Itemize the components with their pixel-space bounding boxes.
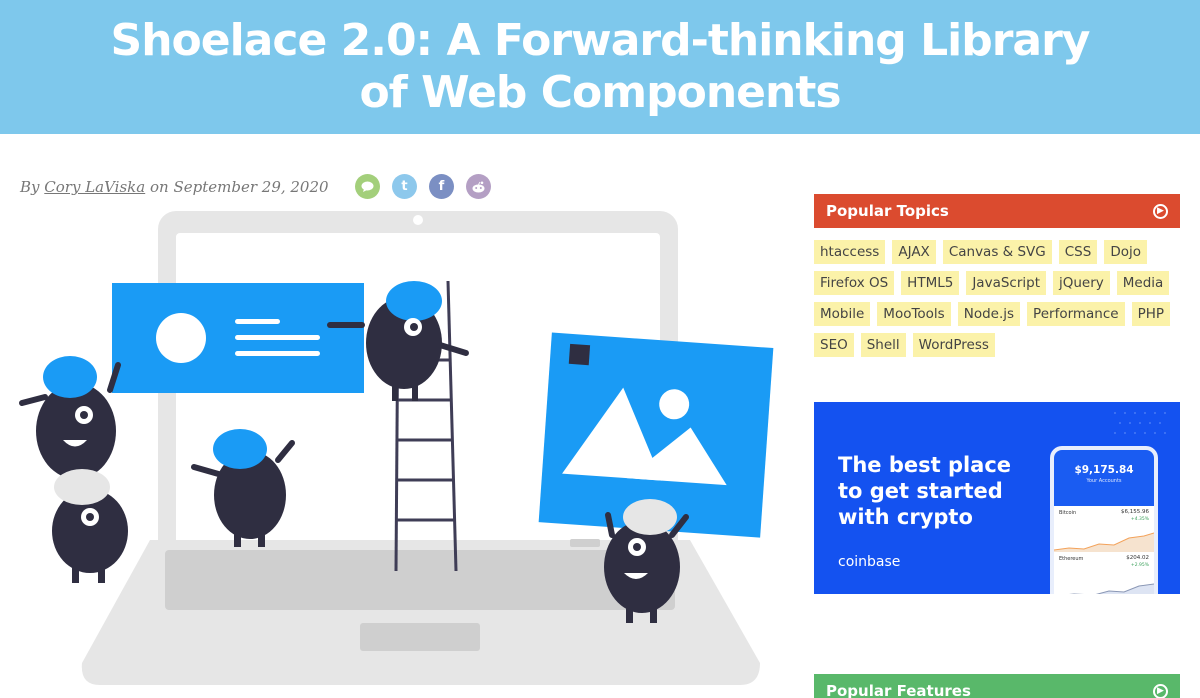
coinbase-ad[interactable]: The best place to get started with crypt… bbox=[814, 402, 1180, 594]
topic-tag[interactable]: WordPress bbox=[912, 333, 995, 357]
laptop-camera bbox=[413, 215, 423, 225]
publish-date: September 29, 2020 bbox=[173, 178, 329, 196]
ad-brand: coinbase bbox=[838, 554, 901, 570]
topic-tag[interactable]: CSS bbox=[1058, 240, 1098, 264]
arrow-right-icon[interactable]: ▶ bbox=[1153, 683, 1168, 698]
laptop-trackpad bbox=[360, 623, 480, 651]
phone-row-name: Bitcoin bbox=[1059, 510, 1077, 516]
topic-tag[interactable]: SEO bbox=[814, 333, 854, 357]
phone-row-pct: +2.95% bbox=[1130, 563, 1149, 568]
popular-features-widget: Popular Features ▶ bbox=[814, 674, 1180, 698]
topic-tag[interactable]: Performance bbox=[1027, 302, 1125, 326]
arrow-right-icon[interactable]: ▶ bbox=[1153, 203, 1168, 219]
popular-topics-title: Popular Topics bbox=[826, 202, 949, 220]
topic-tag[interactable]: AJAX bbox=[892, 240, 936, 264]
article-title: Shoelace 2.0: A Forward-thinking Library… bbox=[110, 15, 1091, 118]
ad-phone-mockup: $9,175.84 Your Accounts Bitcoin $6,155.9… bbox=[1050, 446, 1158, 594]
hero-illustration bbox=[0, 205, 790, 698]
phone-row-ethereum: Ethereum $204.02 +2.95% bbox=[1054, 552, 1154, 594]
phone-row-bitcoin: Bitcoin $6,155.96 +4.35% bbox=[1054, 506, 1154, 552]
topic-tag[interactable]: JavaScript bbox=[966, 271, 1046, 295]
topic-tag[interactable]: PHP bbox=[1131, 302, 1171, 326]
article-header: Shoelace 2.0: A Forward-thinking Library… bbox=[0, 0, 1200, 134]
topic-tag[interactable]: MooTools bbox=[877, 302, 951, 326]
facebook-glyph: f bbox=[438, 179, 445, 194]
reddit-icon[interactable] bbox=[466, 174, 491, 199]
share-bar: t f bbox=[355, 174, 491, 199]
comment-icon[interactable] bbox=[355, 174, 380, 199]
phone-subtitle: Your Accounts bbox=[1086, 478, 1122, 484]
topic-tag[interactable]: htaccess bbox=[814, 240, 886, 264]
topic-tag[interactable]: Canvas & SVG bbox=[942, 240, 1052, 264]
popular-topics-widget: Popular Topics ▶ htaccess AJAX Canvas & SV… bbox=[814, 194, 1180, 357]
popular-features-header[interactable]: Popular Features ▶ bbox=[814, 674, 1180, 698]
laptop-port bbox=[570, 539, 600, 547]
topics-list: htaccess AJAX Canvas & SVG CSS Dojo Firefox O… bbox=[814, 228, 1180, 357]
topic-tag[interactable]: Dojo bbox=[1104, 240, 1147, 264]
laptop-illustration bbox=[19, 211, 774, 685]
twitter-glyph: t bbox=[401, 179, 408, 194]
phone-balance: $9,175.84 bbox=[1074, 464, 1134, 476]
laptop-keyboard bbox=[165, 550, 675, 610]
phone-row-pct: +4.35% bbox=[1130, 517, 1149, 522]
twitter-icon[interactable]: t bbox=[392, 174, 417, 199]
facebook-icon[interactable]: f bbox=[429, 174, 454, 199]
topic-tag[interactable]: HTML5 bbox=[901, 271, 960, 295]
creature-bottom-left bbox=[52, 469, 128, 583]
phone-row-price: $204.02 bbox=[1126, 555, 1149, 561]
byline-on: on bbox=[149, 178, 169, 196]
topic-tag[interactable]: Shell bbox=[860, 333, 906, 357]
phone-row-price: $6,155.96 bbox=[1121, 509, 1149, 515]
topic-tag[interactable]: Firefox OS bbox=[814, 271, 895, 295]
topic-tag[interactable]: Node.js bbox=[957, 302, 1021, 326]
profile-avatar-shape bbox=[156, 313, 206, 363]
topic-tag[interactable]: Mobile bbox=[814, 302, 871, 326]
phone-row-name: Ethereum bbox=[1059, 556, 1084, 562]
byline: By Cory LaViska on September 29, 2020 bbox=[20, 178, 329, 196]
byline-prefix: By bbox=[20, 178, 40, 196]
author-link[interactable]: Cory LaViska bbox=[44, 178, 145, 196]
ad-headline: The best place to get started with crypt… bbox=[838, 453, 1012, 529]
popular-features-title: Popular Features bbox=[826, 682, 971, 698]
topic-tag[interactable]: jQuery bbox=[1053, 271, 1110, 295]
popular-topics-header[interactable]: Popular Topics ▶ bbox=[814, 194, 1180, 228]
topic-tag[interactable]: Media bbox=[1116, 271, 1170, 295]
